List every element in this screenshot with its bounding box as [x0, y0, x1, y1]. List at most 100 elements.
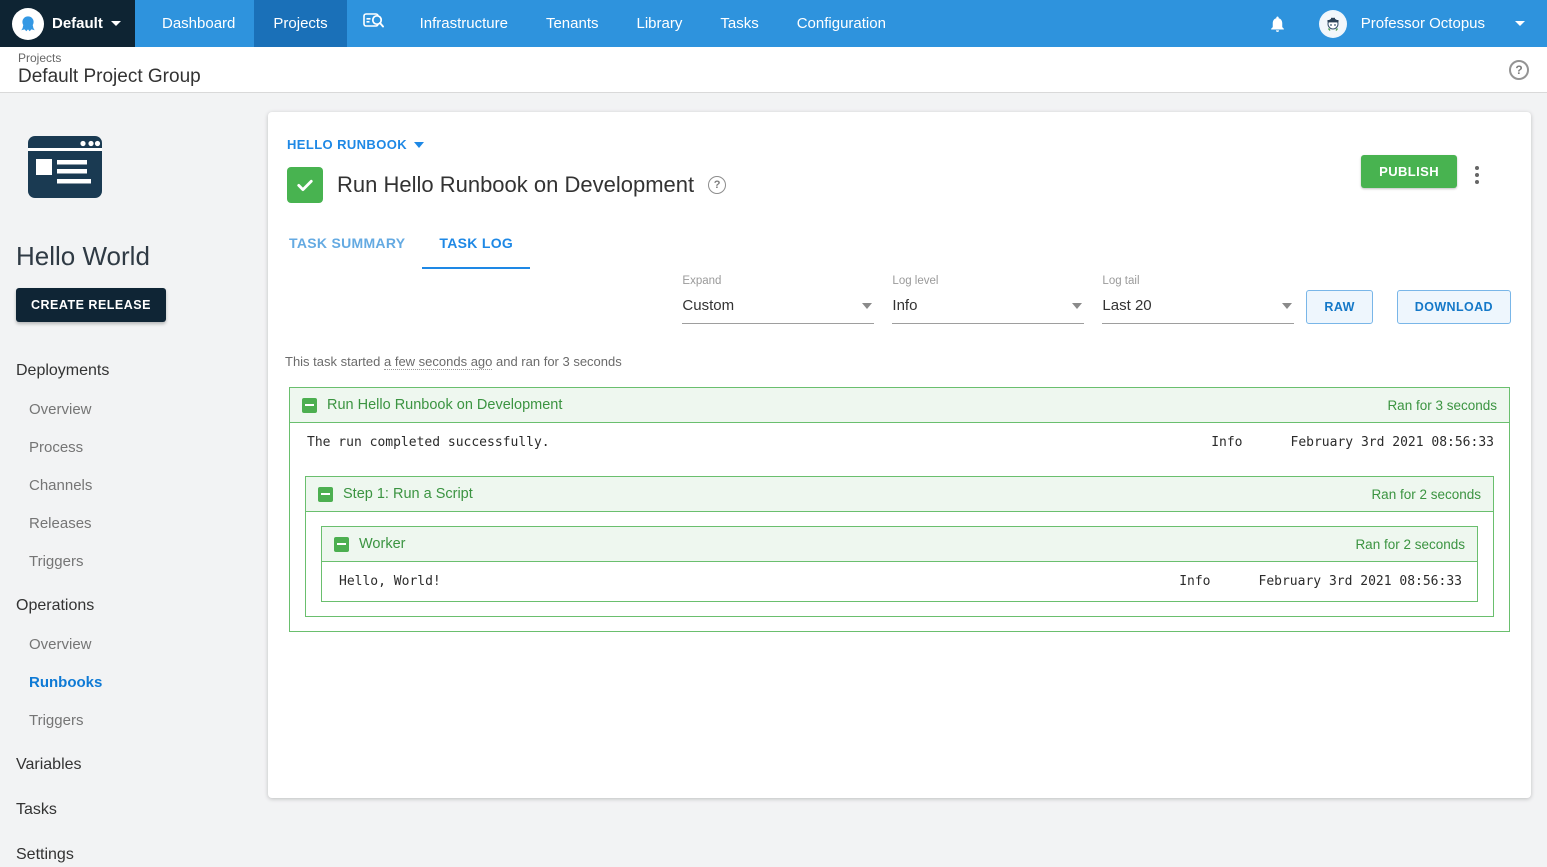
log-tail-select[interactable]: Log tail Last 20	[1102, 275, 1295, 324]
sidebar-item-runbooks[interactable]: Runbooks	[29, 674, 252, 691]
project-name: Hello World	[16, 241, 150, 271]
log-node-header[interactable]: Run Hello Runbook on Development Ran for…	[290, 388, 1509, 423]
project-sidebar: Hello World CREATE RELEASE Deployments O…	[0, 93, 268, 867]
sidebar-section-deployments[interactable]: Deployments	[16, 362, 252, 380]
log-node-worker: Worker Ran for 2 seconds Hello, World! I…	[321, 526, 1478, 602]
log-line-text: The run completed successfully.	[307, 435, 550, 450]
search-button[interactable]	[347, 0, 401, 47]
app-root: Default Dashboard Projects Infrastructur…	[0, 0, 1547, 867]
overflow-menu-icon[interactable]	[1471, 162, 1483, 188]
tab-task-summary[interactable]: TASK SUMMARY	[272, 225, 422, 269]
log-node-step1: Step 1: Run a Script Ran for 2 seconds W…	[305, 476, 1494, 617]
sidebar-nav: Deployments Overview Process Channels Re…	[16, 362, 252, 864]
nav-item-infrastructure[interactable]: Infrastructure	[401, 0, 527, 47]
bell-icon[interactable]	[1268, 14, 1287, 34]
expand-select[interactable]: Expand Custom	[682, 275, 875, 324]
nav-right: Professor Octopus	[1268, 0, 1547, 47]
space-name: Default	[52, 15, 103, 32]
main-area: HELLO RUNBOOK Run Hello Runbook on Devel…	[268, 93, 1547, 867]
log-line: Hello, World! Info February 3rd 2021 08:…	[322, 562, 1477, 601]
download-button[interactable]: DOWNLOAD	[1396, 290, 1511, 324]
content-row: Hello World CREATE RELEASE Deployments O…	[0, 93, 1547, 867]
log-line-level: Info	[1179, 574, 1211, 589]
sidebar-item-operations-triggers[interactable]: Triggers	[29, 712, 252, 729]
log-node-duration: Ran for 2 seconds	[1371, 486, 1481, 502]
log-line-text: Hello, World!	[339, 574, 441, 589]
sidebar-item-process[interactable]: Process	[29, 439, 252, 456]
page-title: Default Project Group	[18, 66, 201, 87]
collapse-icon[interactable]	[334, 536, 349, 552]
log-node-duration: Ran for 2 seconds	[1355, 536, 1465, 552]
task-started-text: This task started a few seconds ago and …	[285, 354, 622, 370]
sidebar-section-variables[interactable]: Variables	[16, 756, 252, 774]
user-menu-chevron-icon[interactable]	[1515, 21, 1525, 26]
octopus-logo-icon	[12, 7, 44, 40]
main-nav: Dashboard Projects Infrastructure Tenant…	[143, 0, 905, 47]
log-node-title: Run Hello Runbook on Development	[327, 397, 563, 413]
log-node-title: Step 1: Run a Script	[343, 486, 473, 502]
sidebar-section-tasks[interactable]: Tasks	[16, 801, 252, 819]
space-switcher[interactable]: Default	[0, 0, 135, 47]
user-name[interactable]: Professor Octopus	[1361, 15, 1485, 32]
nav-item-configuration[interactable]: Configuration	[778, 0, 905, 47]
log-node-header[interactable]: Worker Ran for 2 seconds	[322, 527, 1477, 562]
log-node-title: Worker	[359, 536, 406, 552]
nav-item-projects[interactable]: Projects	[254, 0, 347, 47]
runbook-breadcrumb-link[interactable]: HELLO RUNBOOK	[287, 137, 425, 152]
log-node-header[interactable]: Step 1: Run a Script Ran for 2 seconds	[306, 477, 1493, 512]
project-logo-icon	[28, 136, 102, 198]
log-line: The run completed successfully. Info Feb…	[290, 423, 1509, 462]
sidebar-item-deployments-triggers[interactable]: Triggers	[29, 553, 252, 570]
log-line-level: Info	[1211, 435, 1243, 450]
log-node-body: Hello, World! Info February 3rd 2021 08:…	[322, 562, 1477, 601]
chevron-down-icon	[1072, 302, 1083, 309]
help-icon[interactable]: ?	[1509, 59, 1529, 80]
task-title: Run Hello Runbook on Development	[337, 172, 695, 197]
runbook-link-label: HELLO RUNBOOK	[287, 137, 408, 152]
log-line-timestamp: February 3rd 2021 08:56:33	[1290, 435, 1495, 450]
nav-item-tenants[interactable]: Tenants	[527, 0, 618, 47]
nav-item-dashboard[interactable]: Dashboard	[143, 0, 254, 47]
sidebar-section-operations[interactable]: Operations	[16, 597, 252, 615]
log-node-body: Worker Ran for 2 seconds Hello, World! I…	[306, 526, 1493, 602]
card-header: HELLO RUNBOOK Run Hello Runbook on Devel…	[268, 112, 1531, 203]
expand-select-value: Custom	[682, 297, 735, 314]
raw-button[interactable]: RAW	[1306, 290, 1373, 324]
tab-task-log[interactable]: TASK LOG	[422, 225, 531, 269]
relative-time: a few seconds ago	[383, 354, 493, 370]
log-tail-select-value: Last 20	[1102, 297, 1152, 314]
top-navigation: Default Dashboard Projects Infrastructur…	[0, 0, 1547, 47]
publish-button[interactable]: PUBLISH	[1361, 155, 1457, 188]
avatar[interactable]	[1318, 9, 1347, 38]
log-level-select[interactable]: Log level Info	[892, 275, 1085, 324]
search-icon	[362, 12, 385, 35]
sidebar-section-settings[interactable]: Settings	[16, 846, 252, 864]
sidebar-item-operations-overview[interactable]: Overview	[29, 636, 252, 653]
chevron-down-icon	[1282, 302, 1293, 309]
task-card: HELLO RUNBOOK Run Hello Runbook on Devel…	[268, 112, 1531, 798]
log-tree: Run Hello Runbook on Development Ran for…	[289, 387, 1510, 632]
nav-item-tasks[interactable]: Tasks	[701, 0, 777, 47]
collapse-icon[interactable]	[302, 397, 317, 413]
chevron-down-icon	[110, 21, 121, 26]
task-tabs: TASK SUMMARY TASK LOG	[272, 225, 1531, 269]
task-help-icon[interactable]: ?	[708, 176, 727, 194]
nav-item-library[interactable]: Library	[618, 0, 702, 47]
log-tail-select-label: Log tail	[1102, 275, 1140, 287]
log-node-root: Run Hello Runbook on Development Ran for…	[289, 387, 1510, 632]
log-level-select-value: Info	[892, 297, 918, 314]
create-release-button[interactable]: CREATE RELEASE	[16, 288, 166, 322]
breadcrumb[interactable]: Projects	[18, 51, 201, 65]
collapse-icon[interactable]	[318, 486, 333, 502]
log-node-body: The run completed successfully. Info Feb…	[290, 423, 1509, 617]
sidebar-item-releases[interactable]: Releases	[29, 515, 252, 532]
sidebar-item-deployments-overview[interactable]: Overview	[29, 401, 252, 418]
runbook-chevron-down-icon	[414, 141, 425, 148]
log-filters: Expand Custom Log level Info Log tail La…	[268, 269, 1531, 324]
expand-select-label: Expand	[682, 275, 722, 287]
sidebar-item-channels[interactable]: Channels	[29, 477, 252, 494]
breadcrumb-bar: Projects Default Project Group ?	[0, 47, 1547, 93]
log-node-duration: Ran for 3 seconds	[1387, 397, 1497, 413]
success-check-icon	[287, 167, 323, 203]
chevron-down-icon	[862, 302, 873, 309]
